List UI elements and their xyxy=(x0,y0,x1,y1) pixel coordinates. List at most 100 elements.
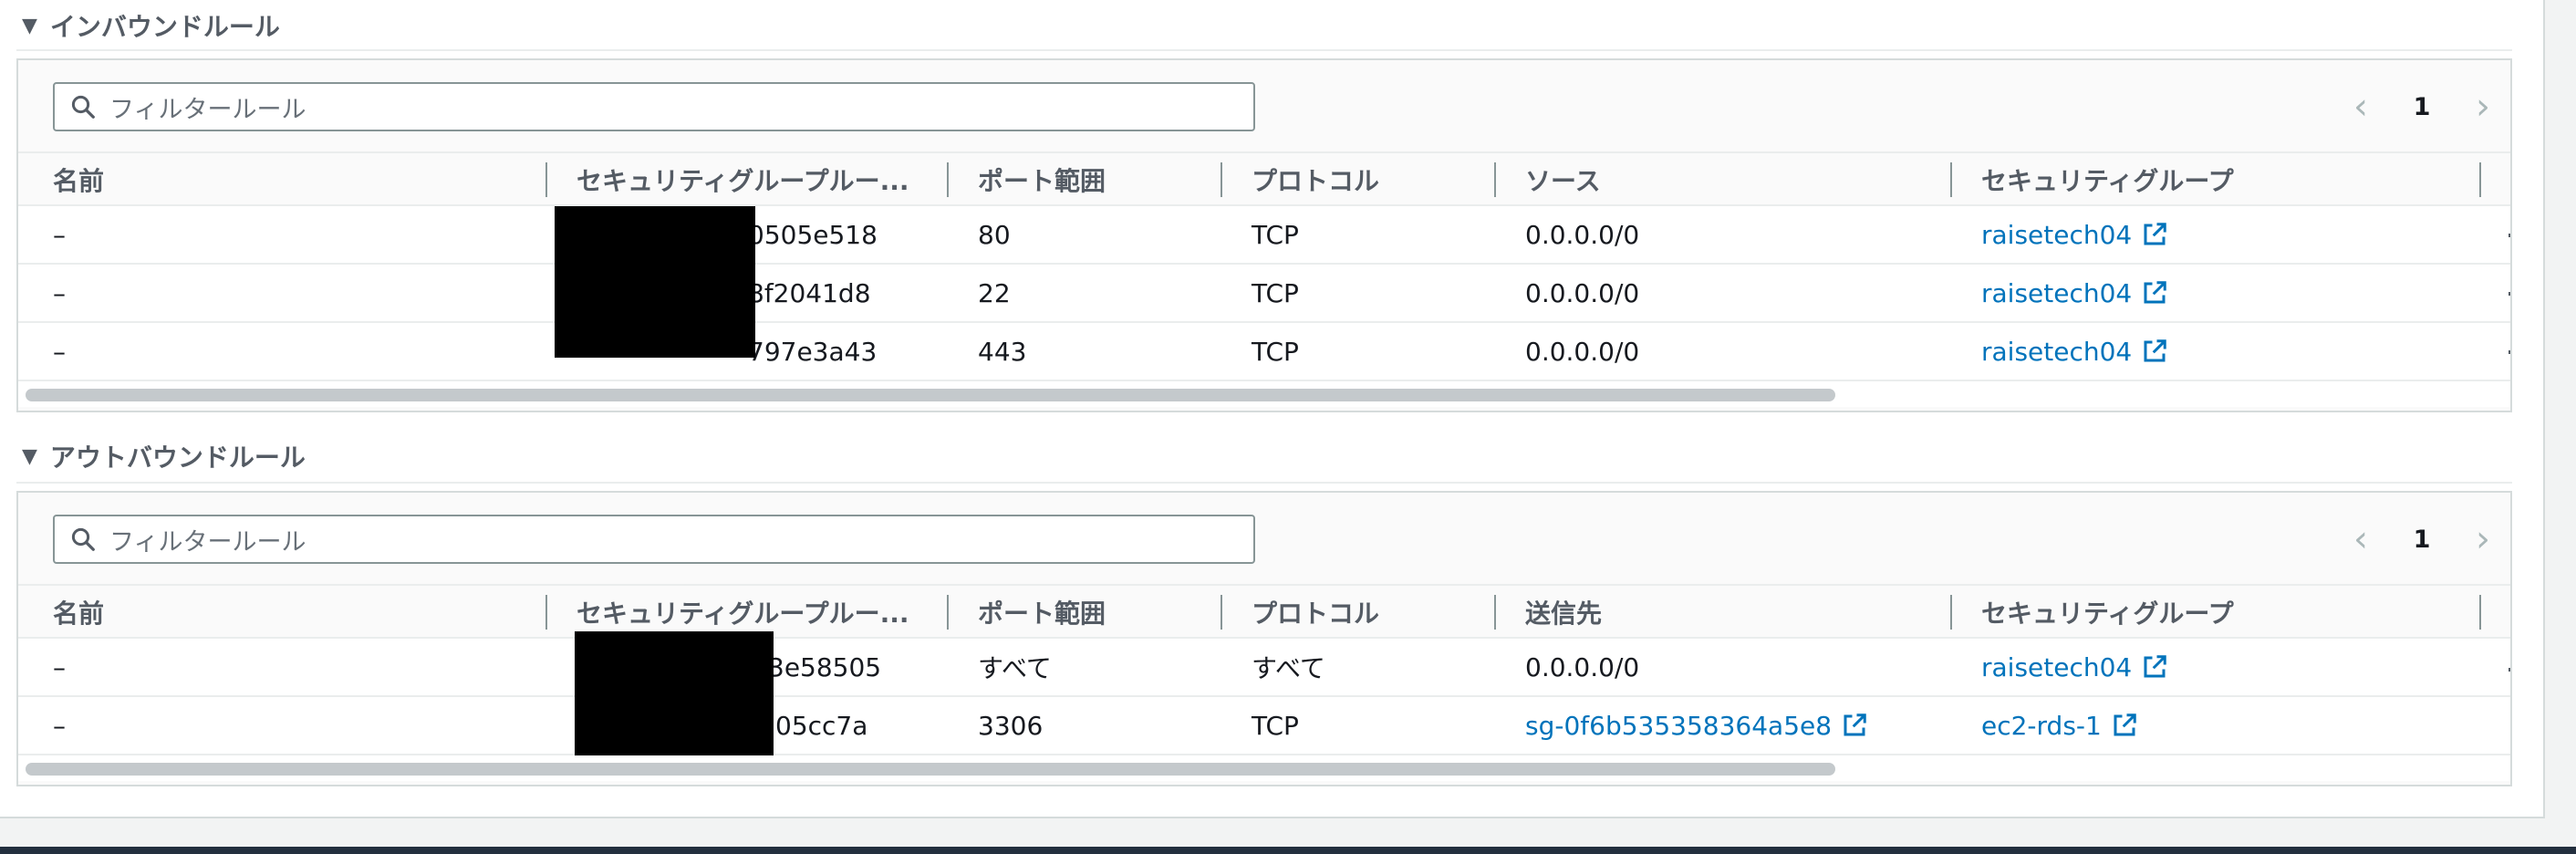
inbound-pagination: ‹ 1 › xyxy=(2344,82,2499,131)
security-group-rules-panel: ▼ インバウンドルール フィルタールール ‹ 1 › 名前 セキュリティグループ… xyxy=(0,0,2545,818)
window-bottom-edge xyxy=(0,847,2576,854)
rule-name: – xyxy=(53,651,66,682)
table-header: 名前 セキュリティグループルー... ポート範囲 プロトコル ソース セキュリテ… xyxy=(18,151,2510,206)
external-link-icon[interactable] xyxy=(1841,712,1868,739)
port-range: 3306 xyxy=(978,710,1044,741)
column-header-destination[interactable]: 送信先 xyxy=(1525,586,1602,639)
outbound-rules-card: フィルタールール ‹ 1 › 名前 セキュリティグループルー... ポート範囲 … xyxy=(16,491,2512,786)
filter-placeholder: フィルタールール xyxy=(109,527,306,557)
column-resizer[interactable] xyxy=(1494,162,1496,197)
source: 0.0.0.0/0 xyxy=(1525,336,1640,367)
horizontal-scrollbar[interactable] xyxy=(18,381,2510,407)
table-row[interactable]: – 0505e518 80 TCP 0.0.0.0/0 raisetech04 xyxy=(18,206,2510,265)
column-resizer[interactable] xyxy=(1220,162,1222,197)
chevron-left-icon[interactable]: ‹ xyxy=(2344,82,2377,131)
column-resizer[interactable] xyxy=(947,595,949,630)
scrollbar-thumb[interactable] xyxy=(26,763,1835,776)
column-header-rule-id[interactable]: セキュリティグループルー... xyxy=(576,153,909,206)
column-header-name[interactable]: 名前 xyxy=(53,153,104,206)
redaction-block xyxy=(575,631,774,765)
destination-security-group[interactable]: sg-0f6b535358364a5e8 xyxy=(1525,711,1832,741)
outbound-filter-input[interactable]: フィルタールール xyxy=(53,515,1255,564)
inbound-rules-table: 名前 セキュリティグループルー... ポート範囲 プロトコル ソース セキュリテ… xyxy=(18,151,2510,407)
column-header-security-group[interactable]: セキュリティグループ xyxy=(1981,153,2234,206)
scrollbar-thumb[interactable] xyxy=(26,389,1835,401)
security-group-name[interactable]: raisetech04 xyxy=(1981,337,2132,367)
column-resizer[interactable] xyxy=(1950,595,1952,630)
security-group-link[interactable]: raisetech04 xyxy=(1981,323,2168,380)
column-resizer[interactable] xyxy=(1494,595,1496,630)
column-header-security-group[interactable]: セキュリティグループ xyxy=(1981,586,2234,639)
column-header-port-range[interactable]: ポート範囲 xyxy=(978,153,1106,206)
column-header-protocol[interactable]: プロトコル xyxy=(1252,586,1379,639)
source: 0.0.0.0/0 xyxy=(1525,219,1640,250)
column-resizer[interactable] xyxy=(1220,595,1222,630)
table-row[interactable]: – 05cc7a 3306 TCP sg-0f6b535358364a5e8 e… xyxy=(18,697,2510,755)
inbound-filter-input[interactable]: フィルタールール xyxy=(53,82,1255,131)
port-range: すべて xyxy=(978,653,1052,683)
table-row[interactable]: – 797e3a43 443 TCP 0.0.0.0/0 raisetech04 xyxy=(18,323,2510,381)
inbound-rules-header[interactable]: ▼ インバウンドルール xyxy=(22,7,280,44)
table-row[interactable]: – 8f2041d8 22 TCP 0.0.0.0/0 raisetech04 xyxy=(18,265,2510,323)
security-group-name[interactable]: raisetech04 xyxy=(1981,652,2132,682)
external-link-icon[interactable] xyxy=(2141,221,2168,248)
rule-name: – xyxy=(53,219,66,250)
source: 0.0.0.0/0 xyxy=(1525,277,1640,308)
search-icon xyxy=(71,95,95,119)
inbound-rules-card: フィルタールール ‹ 1 › 名前 セキュリティグループルー... ポート範囲 … xyxy=(16,58,2512,412)
column-header-source[interactable]: ソース xyxy=(1525,153,1601,206)
chevron-right-icon[interactable]: › xyxy=(2467,82,2499,131)
column-resizer[interactable] xyxy=(545,162,547,197)
port-range: 443 xyxy=(978,336,1027,367)
inbound-rules-title: インバウンドルール xyxy=(49,12,280,42)
protocol: すべて xyxy=(1252,653,1325,683)
destination: 0.0.0.0/0 xyxy=(1525,651,1640,682)
security-group-link[interactable]: ec2-rds-1 xyxy=(1981,697,2138,754)
page-number[interactable]: 1 xyxy=(2414,93,2431,121)
security-group-name[interactable]: raisetech04 xyxy=(1981,220,2132,250)
page-number[interactable]: 1 xyxy=(2414,526,2431,554)
rule-id: 0505e518 xyxy=(748,219,878,250)
security-group-name[interactable]: raisetech04 xyxy=(1981,278,2132,308)
rule-name: – xyxy=(53,277,66,308)
caret-down-icon: ▼ xyxy=(22,14,37,37)
chevron-right-icon[interactable]: › xyxy=(2467,515,2499,564)
rule-name: – xyxy=(53,336,66,367)
external-link-icon[interactable] xyxy=(2141,338,2168,365)
column-header-port-range[interactable]: ポート範囲 xyxy=(978,586,1106,639)
column-resizer[interactable] xyxy=(545,595,547,630)
rule-name: – xyxy=(53,710,66,741)
divider xyxy=(16,482,2512,484)
caret-down-icon: ▼ xyxy=(22,444,37,468)
protocol: TCP xyxy=(1252,219,1299,250)
destination-link[interactable]: sg-0f6b535358364a5e8 xyxy=(1525,697,1868,754)
column-resizer[interactable] xyxy=(2479,162,2481,197)
overflow-column-hint xyxy=(2508,292,2510,296)
column-header-name[interactable]: 名前 xyxy=(53,586,104,639)
column-resizer[interactable] xyxy=(947,162,949,197)
chevron-left-icon[interactable]: ‹ xyxy=(2344,515,2377,564)
column-resizer[interactable] xyxy=(2479,595,2481,630)
overflow-column-hint xyxy=(2508,234,2510,237)
column-header-protocol[interactable]: プロトコル xyxy=(1252,153,1379,206)
external-link-icon[interactable] xyxy=(2141,653,2168,681)
redaction-block xyxy=(555,206,755,358)
inbound-filter-bar: フィルタールール ‹ 1 › xyxy=(18,60,2510,151)
column-resizer[interactable] xyxy=(1950,162,1952,197)
outbound-filter-bar: フィルタールール ‹ 1 › xyxy=(18,493,2510,584)
search-icon xyxy=(71,527,95,551)
outbound-rules-header[interactable]: ▼ アウトバウンドルール xyxy=(22,438,306,474)
security-group-name[interactable]: ec2-rds-1 xyxy=(1981,711,2102,741)
table-row[interactable]: – 3e58505 すべて すべて 0.0.0.0/0 raisetech04 xyxy=(18,639,2510,697)
protocol: TCP xyxy=(1252,277,1299,308)
external-link-icon[interactable] xyxy=(2111,712,2138,739)
divider xyxy=(16,49,2512,51)
horizontal-scrollbar[interactable] xyxy=(18,755,2510,781)
rule-id: 797e3a43 xyxy=(748,336,878,367)
external-link-icon[interactable] xyxy=(2141,279,2168,307)
outbound-rules-table: 名前 セキュリティグループルー... ポート範囲 プロトコル 送信先 セキュリテ… xyxy=(18,584,2510,781)
security-group-link[interactable]: raisetech04 xyxy=(1981,206,2168,263)
security-group-link[interactable]: raisetech04 xyxy=(1981,639,2168,695)
security-group-link[interactable]: raisetech04 xyxy=(1981,265,2168,321)
outbound-rules-title: アウトバウンドルール xyxy=(49,443,306,473)
